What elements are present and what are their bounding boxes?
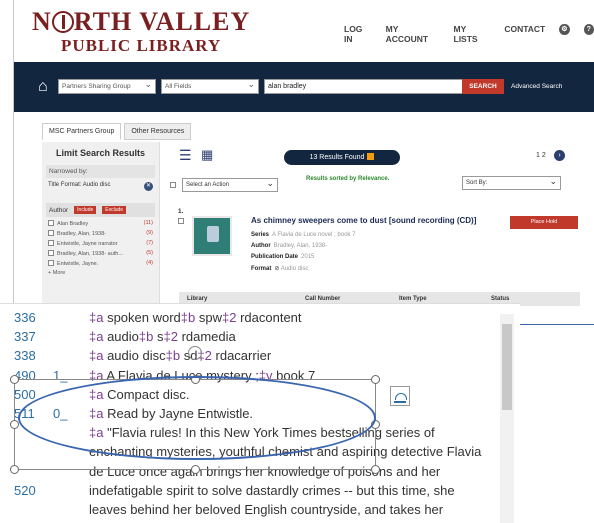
- marc-field-text[interactable]: ‡a audio disc‡b sd‡2 rdacarrier: [89, 346, 271, 366]
- field-select[interactable]: All Fields: [161, 78, 259, 94]
- marc-field-row[interactable]: 337 ‡a audio‡b s‡2 rdamedia: [0, 327, 500, 347]
- sorted-note: Results sorted by Relevance.: [306, 176, 390, 182]
- checkbox[interactable]: [48, 260, 54, 266]
- list-view-icon[interactable]: ☰: [179, 148, 192, 162]
- marc-field-text[interactable]: indefatigable spirit to solve dastardly …: [89, 481, 455, 501]
- search-input[interactable]: alan bradley: [264, 79, 464, 94]
- narrowed-item: Title Format: Audio disc ✕: [48, 182, 153, 191]
- result-number: 1.: [178, 208, 184, 215]
- scrollbar-thumb[interactable]: [502, 324, 512, 410]
- facet-item[interactable]: Bradley, Alan, 1938- auth... (5): [48, 250, 153, 257]
- marc-record-screenshot: 336 ‡a spoken word‡b spw‡2 rdacontent 337 ‡…: [0, 303, 520, 523]
- help-icon[interactable]: ?: [583, 24, 594, 35]
- marc-field-row[interactable]: 338 ‡a audio disc‡b sd‡2 rdacarrier: [0, 346, 500, 366]
- advanced-search-link[interactable]: Advanced Search: [511, 83, 562, 90]
- settings-icon[interactable]: ⚙: [559, 24, 570, 35]
- sidebar-title: Limit Search Results: [55, 148, 146, 158]
- resize-handle[interactable]: [191, 465, 200, 474]
- checkbox[interactable]: [48, 230, 54, 236]
- action-select[interactable]: Select an Action: [182, 177, 278, 192]
- format-line: Format ⊘ Audio disc: [251, 266, 309, 272]
- author-line: Author Bradley, Alan, 1938-: [251, 243, 328, 249]
- resize-handle[interactable]: [371, 465, 380, 474]
- cover-image[interactable]: [192, 216, 232, 256]
- marc-field-text[interactable]: sleuthing prowess to the unexpectedly un…: [89, 519, 474, 523]
- pager[interactable]: 1 2: [536, 152, 546, 159]
- select-all-checkbox[interactable]: [170, 182, 176, 188]
- nav-my-account[interactable]: MY ACCOUNT: [386, 24, 440, 44]
- facet-item[interactable]: Entwistle, Jayne. (4): [48, 260, 153, 267]
- result-tabs: MSC Partners Group Other Resources: [42, 123, 192, 140]
- compass-icon: [51, 11, 74, 33]
- facet-item[interactable]: Alan Bradley (11): [48, 220, 153, 227]
- marc-field-text[interactable]: ‡a spoken word‡b spw‡2 rdacontent: [89, 308, 302, 328]
- group-select[interactable]: Partners Sharing Group: [58, 78, 156, 94]
- marc-tag: 337: [14, 329, 36, 345]
- rotate-handle-icon[interactable]: [188, 346, 202, 360]
- place-hold-button[interactable]: Place Hold: [510, 216, 578, 229]
- facet-item[interactable]: Bradley, Alan, 1938- (9): [48, 230, 153, 237]
- library-logo[interactable]: N RTH VALLEY PUBLIC LIBRARY: [32, 8, 250, 56]
- rss-icon[interactable]: [367, 153, 375, 160]
- result-title-link[interactable]: As chimney sweepers come to dust [sound …: [251, 216, 476, 225]
- search-bar: ⌂ Partners Sharing Group All Fields alan…: [14, 62, 594, 112]
- include-button[interactable]: Include: [74, 206, 97, 214]
- nav-login[interactable]: LOG IN: [344, 24, 372, 44]
- marc-field-row[interactable]: 520 indefatigable spirit to solve dastard…: [0, 481, 500, 501]
- tab-msc-partners[interactable]: MSC Partners Group: [42, 123, 122, 140]
- scrollbar[interactable]: [500, 314, 514, 523]
- next-page-icon[interactable]: ›: [554, 150, 565, 161]
- resize-handle[interactable]: [10, 375, 19, 384]
- resize-handle[interactable]: [371, 375, 380, 384]
- marc-field-text[interactable]: ‡a audio‡b s‡2 rdamedia: [89, 327, 236, 347]
- home-icon[interactable]: ⌂: [38, 78, 48, 96]
- top-nav: LOG IN MY ACCOUNT MY LISTS CONTACT ⚙ ?: [344, 24, 594, 44]
- more-facets-link[interactable]: + More: [48, 270, 153, 276]
- facet-item[interactable]: Entwistle, Jayne narrator (7): [48, 240, 153, 247]
- marc-tag: 338: [14, 348, 36, 364]
- marc-field-row[interactable]: leaves behind her beloved English countr…: [0, 500, 500, 520]
- checkbox[interactable]: [48, 220, 54, 226]
- results-found-badge[interactable]: 13 Results Found: [284, 150, 400, 165]
- search-button[interactable]: SEARCH: [462, 79, 504, 94]
- resize-handle[interactable]: [10, 465, 19, 474]
- tab-other-resources[interactable]: Other Resources: [124, 123, 192, 140]
- checkbox[interactable]: [48, 250, 54, 256]
- narrowed-by-label: Narrowed by:: [46, 165, 155, 178]
- author-facet-header: Author Include Exclude: [46, 203, 155, 217]
- nav-my-lists[interactable]: MY LISTS: [454, 24, 491, 44]
- pubdate-line: Publication Date 2015: [251, 254, 315, 260]
- highlight-oval[interactable]: [18, 376, 376, 460]
- limit-sidebar: Limit Search Results Narrowed by: Title …: [42, 142, 160, 325]
- remove-filter-icon[interactable]: ✕: [144, 182, 153, 191]
- result-checkbox[interactable]: [178, 218, 184, 224]
- divider-line: [520, 324, 594, 325]
- marc-field-row[interactable]: 336 ‡a spoken word‡b spw‡2 rdacontent: [0, 308, 500, 328]
- results-panel: ☰ ▦ 13 Results Found 1 2 › Select an Act…: [164, 142, 594, 325]
- layout-options-icon[interactable]: [390, 386, 410, 406]
- marc-tag: 520: [14, 482, 36, 498]
- grid-view-icon[interactable]: ▦: [201, 148, 213, 162]
- exclude-button[interactable]: Exclude: [102, 206, 127, 214]
- nav-contact[interactable]: CONTACT: [504, 24, 545, 44]
- library-catalog-screenshot: N RTH VALLEY PUBLIC LIBRARY LOG IN MY ACC…: [13, 0, 594, 325]
- checkbox[interactable]: [48, 240, 54, 246]
- sort-select[interactable]: Sort By:: [462, 175, 561, 190]
- marc-field-row[interactable]: sleuthing prowess to the unexpectedly un…: [0, 519, 500, 523]
- marc-tag: 336: [14, 310, 36, 325]
- marc-field-text[interactable]: leaves behind her beloved English countr…: [89, 500, 443, 520]
- series-line: Series A Flavia de Luce novel ; book 7: [251, 232, 356, 238]
